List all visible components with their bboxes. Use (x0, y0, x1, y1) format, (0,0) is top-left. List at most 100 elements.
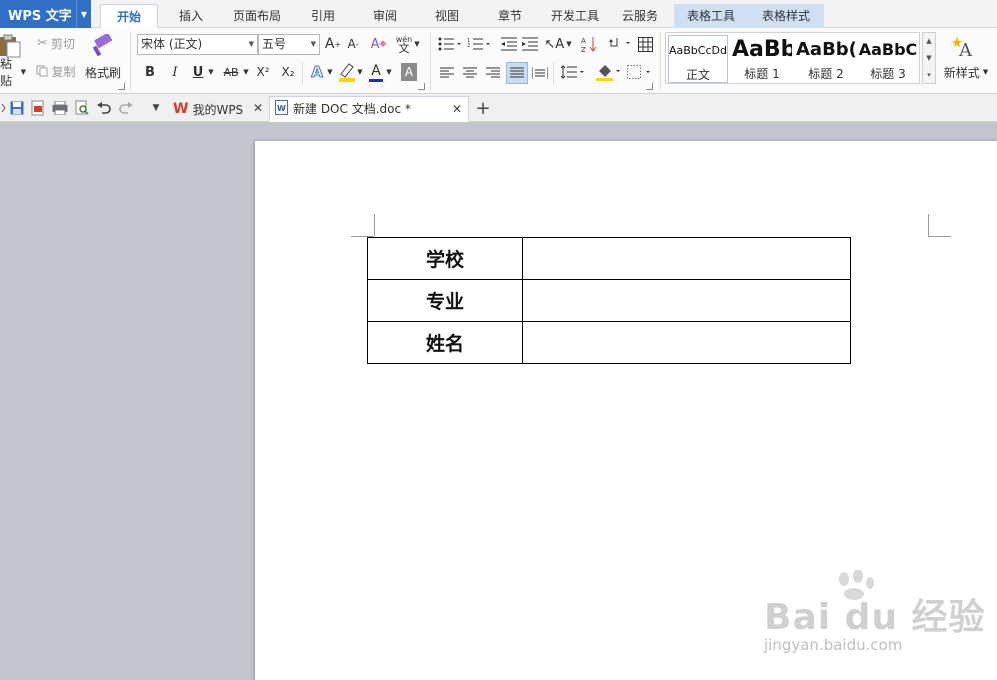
bullets-icon[interactable] (437, 35, 463, 53)
chevron-down-icon[interactable]: ▼ (326, 65, 334, 79)
style-preview[interactable]: AaBbC (858, 35, 918, 65)
doc-tab-label[interactable]: 我的WPS (192, 101, 243, 118)
tab-developer[interactable]: 开发工具 (544, 4, 606, 28)
style-heading-3[interactable]: AaBbC 标题 3 (858, 35, 918, 83)
style-preview[interactable]: AaBb( (796, 35, 856, 65)
style-heading-2[interactable]: AaBb( 标题 2 (796, 35, 856, 83)
table-cell-label[interactable]: 专业 (367, 279, 523, 322)
doc-tab-current[interactable]: W 新建 DOC 文档.doc * ✕ (269, 96, 469, 122)
print-icon[interactable] (51, 99, 69, 117)
font-name-combo[interactable]: 宋体 (正文) ▼ (137, 34, 258, 55)
font-name-value[interactable]: 宋体 (正文) (141, 37, 202, 51)
save-icon[interactable] (8, 99, 26, 117)
style-preview[interactable]: AaBbCcDd (669, 36, 727, 66)
numbering-icon[interactable]: 12 (466, 35, 492, 53)
style-label[interactable]: 标题 2 (796, 65, 856, 82)
italic-button[interactable]: I (167, 63, 183, 81)
tab-table-style[interactable]: 表格样式 (748, 4, 824, 28)
undo-icon[interactable] (95, 99, 113, 117)
bold-button[interactable]: B (142, 63, 158, 81)
tab-view[interactable]: 视图 (422, 4, 472, 28)
style-normal[interactable]: AaBbCcDd 正文 (668, 35, 728, 83)
style-label[interactable]: 标题 1 (732, 65, 792, 82)
table-cell-value[interactable] (522, 279, 851, 322)
clipboard-launcher-icon[interactable] (118, 83, 125, 90)
table-cell-label[interactable]: 姓名 (367, 321, 523, 364)
tab-insert[interactable]: 插入 (166, 4, 216, 28)
chevron-down-icon[interactable]: ▼ (926, 54, 931, 62)
more-icon[interactable]: ▾ (927, 71, 931, 79)
quick-menu-edge-icon[interactable] (0, 99, 6, 117)
underline-button[interactable]: U (190, 63, 206, 81)
style-label[interactable]: 正文 (669, 66, 727, 83)
paste-button[interactable]: 粘贴 ▼ (0, 57, 26, 88)
chevron-down-icon[interactable]: ▼ (983, 68, 988, 76)
style-heading-1[interactable]: AaBb 标题 1 (732, 35, 792, 83)
wps-logo-icon[interactable]: W (173, 101, 188, 117)
font-color-glyph[interactable]: A (371, 63, 381, 79)
paste-label[interactable]: 粘贴 (0, 55, 19, 89)
close-icon[interactable]: ✕ (253, 101, 263, 115)
shading-icon[interactable] (594, 61, 622, 83)
style-preview[interactable]: AaBb (732, 35, 792, 65)
doc-tab-my-wps[interactable]: W 我的WPS ✕ (167, 96, 269, 122)
table-cell-label[interactable]: 学校 (367, 237, 523, 280)
print-preview-icon[interactable] (73, 99, 91, 117)
text-effect-icon[interactable]: A (309, 62, 325, 82)
table-row[interactable]: 姓名 (367, 321, 851, 364)
app-menu-button[interactable]: WPS 文字 ▼ (0, 0, 91, 28)
new-style-button[interactable]: 新样式 ▼ (941, 64, 991, 80)
borders-icon[interactable] (626, 63, 652, 81)
chevron-up-icon[interactable]: ▲ (926, 37, 931, 45)
font-color-button[interactable]: A (368, 61, 384, 83)
style-label[interactable]: 标题 3 (858, 65, 918, 82)
copy-icon[interactable] (36, 65, 48, 77)
doc-tab-label[interactable]: 新建 DOC 文档.doc * (293, 100, 411, 117)
chevron-down-icon[interactable]: ▼ (413, 36, 421, 52)
chevron-down-icon[interactable]: ▼ (249, 35, 254, 54)
distribute-icon[interactable] (531, 65, 549, 81)
new-style-icon[interactable]: A (950, 34, 978, 60)
tab-page-layout[interactable]: 页面布局 (225, 4, 289, 28)
table-grid-icon[interactable] (636, 34, 654, 54)
paragraph-launcher-icon[interactable] (646, 83, 653, 90)
style-gallery-scroll[interactable]: ▲ ▼ ▾ (922, 32, 936, 84)
redo-icon[interactable] (117, 99, 135, 117)
decrease-indent-icon[interactable] (500, 35, 518, 53)
table-row[interactable]: 专业 (367, 279, 851, 322)
align-left-icon[interactable] (439, 65, 455, 81)
superscript-button[interactable]: X² (254, 63, 272, 81)
increase-indent-icon[interactable] (521, 35, 539, 53)
cut-label[interactable]: 剪切 (51, 35, 75, 52)
strikethrough-button[interactable]: AB (220, 63, 242, 81)
font-size-combo[interactable]: 五号 ▼ (258, 34, 320, 55)
close-icon[interactable]: ✕ (452, 102, 462, 116)
highlight-icon[interactable] (338, 61, 356, 83)
font-size-value[interactable]: 五号 (262, 37, 286, 51)
copy-label[interactable]: 复制 (51, 63, 75, 80)
align-right-icon[interactable] (485, 65, 501, 81)
grow-font-icon[interactable]: A + (325, 35, 341, 53)
table-row[interactable]: 学校 (367, 237, 851, 280)
tab-review[interactable]: 审阅 (360, 4, 410, 28)
quick-access-dropdown-icon[interactable]: ▼ (147, 99, 165, 117)
show-marks-icon[interactable] (607, 34, 633, 54)
pinyin-icon[interactable]: 文 (399, 43, 410, 54)
char-shading-button[interactable]: A (401, 63, 417, 81)
scissors-icon[interactable]: ✂ (37, 36, 48, 51)
table-cell-value[interactable] (522, 237, 851, 280)
sort-icon[interactable]: AZ (580, 34, 598, 54)
tab-home[interactable]: 开始 (100, 4, 158, 29)
chevron-down-icon[interactable]: ▼ (242, 65, 250, 79)
doc-file-icon[interactable]: W (275, 99, 288, 118)
new-tab-plus-icon[interactable]: + (474, 98, 492, 119)
chevron-down-icon[interactable]: ▼ (207, 65, 215, 79)
clear-format-icon[interactable]: A ◆ (370, 35, 387, 53)
export-pdf-icon[interactable] (29, 99, 47, 117)
format-painter-button[interactable]: 格式刷 (82, 64, 124, 80)
chevron-down-icon[interactable]: ▼ (356, 65, 364, 79)
app-menu-dropdown-icon[interactable]: ▼ (76, 0, 91, 28)
copy-button[interactable]: 复制 (33, 62, 79, 80)
align-center-icon[interactable] (462, 65, 478, 81)
app-title[interactable]: WPS 文字 (0, 5, 76, 24)
